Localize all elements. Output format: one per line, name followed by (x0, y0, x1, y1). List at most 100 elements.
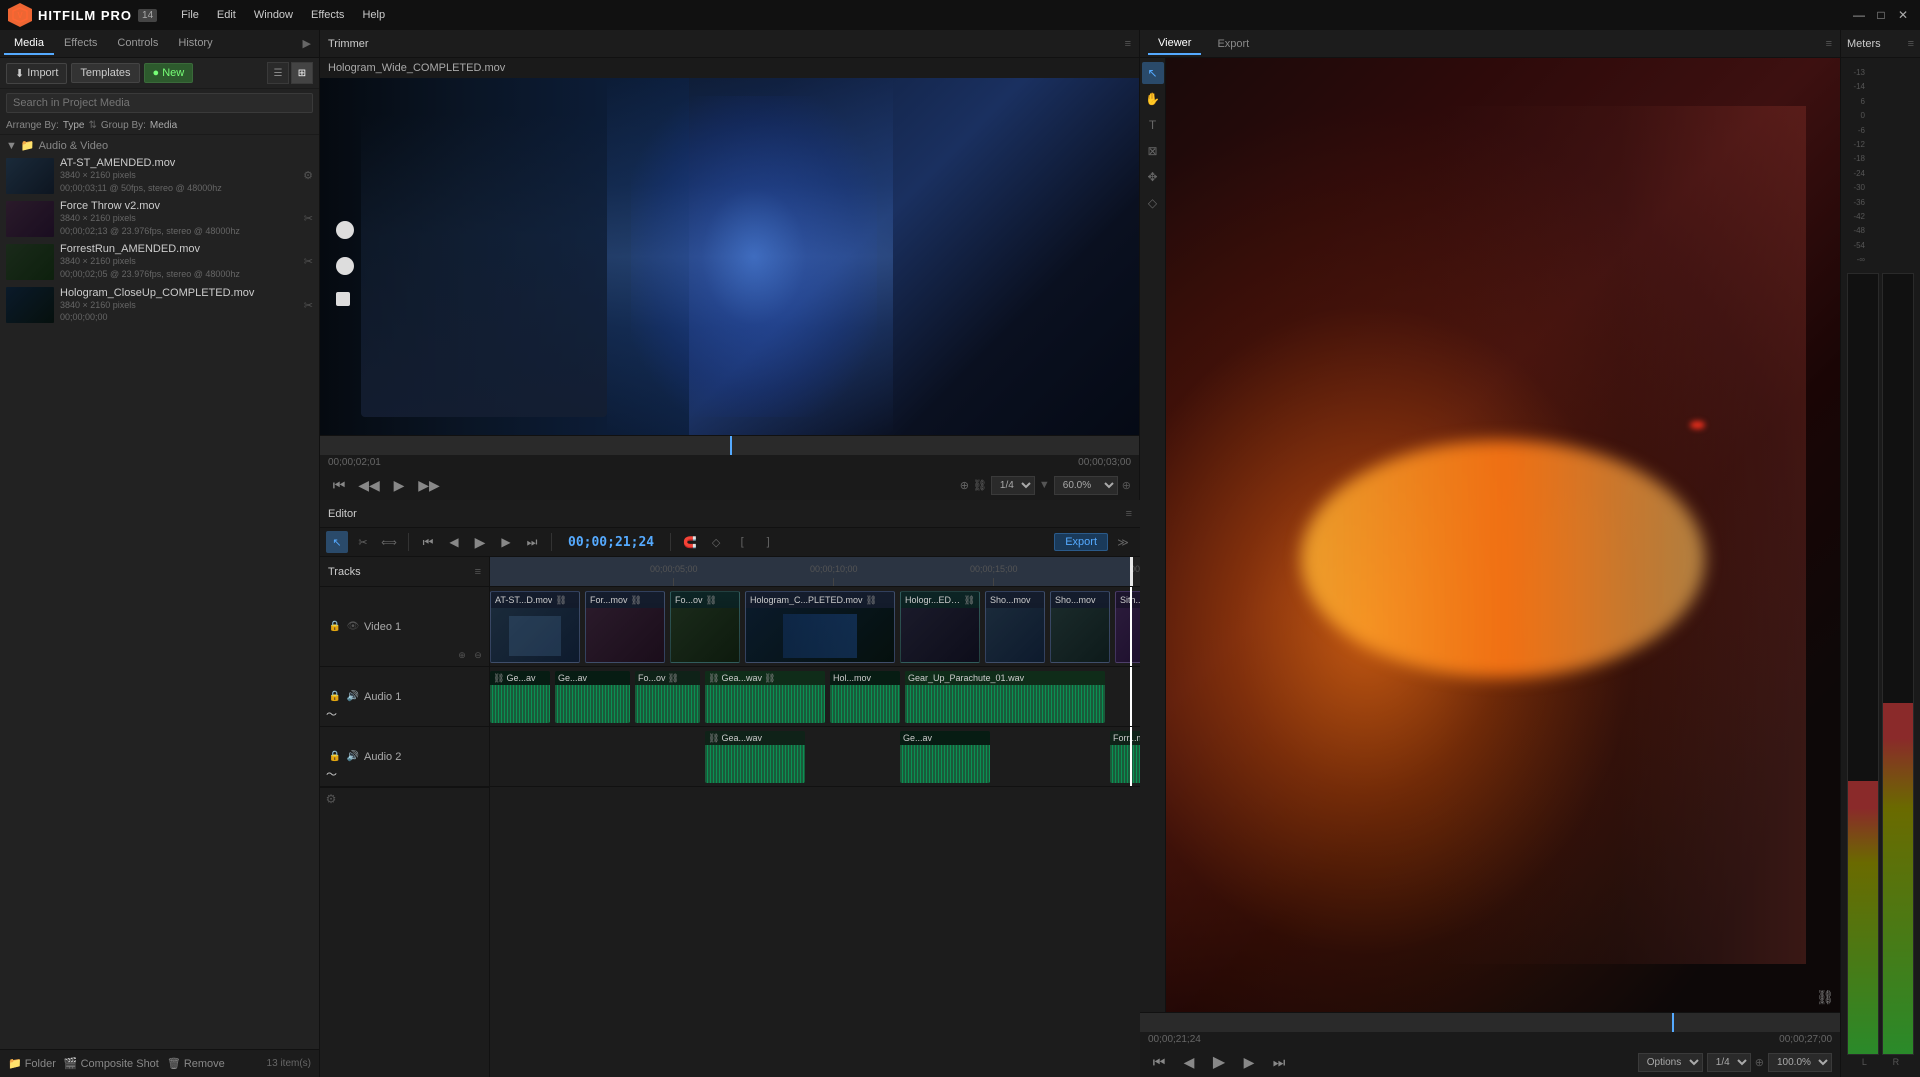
file-clip-icon[interactable]: ✂ (304, 212, 313, 225)
transform-tool[interactable]: ✥ (1142, 166, 1164, 188)
viewer-link-icon[interactable]: ⛓ (1816, 989, 1834, 1006)
track-lock-icon[interactable]: 🔒 (328, 620, 342, 634)
viewer-playhead[interactable] (1672, 1013, 1674, 1032)
arrange-by-value[interactable]: Type (63, 120, 85, 131)
audio-clip-2-1[interactable]: Ge...av (900, 731, 990, 783)
track-lock-icon[interactable]: 🔒 (328, 750, 342, 764)
video-clip-2[interactable]: Fo...ov ⛓ (670, 591, 740, 663)
video-clip-5[interactable]: Sho...mov (985, 591, 1045, 663)
templates-button[interactable]: Templates (71, 63, 139, 83)
viewer-menu-icon[interactable]: ≡ (1826, 38, 1832, 50)
viewer-options[interactable]: Options (1638, 1053, 1703, 1072)
editor-next-frame[interactable]: ⏭ (521, 531, 543, 553)
editor-ripple-tool[interactable]: ⟺ (378, 531, 400, 553)
mask-tool[interactable]: ◇ (1142, 192, 1164, 214)
list-item[interactable]: AT-ST_AMENDED.mov 3840 × 2160 pixels 00;… (0, 154, 319, 197)
tab-effects[interactable]: Effects (54, 33, 107, 55)
sort-direction-icon[interactable]: ⇅ (89, 120, 97, 131)
viewer-play[interactable]: ▶ (1208, 1051, 1230, 1073)
track-audio-icon[interactable]: 🔊 (346, 750, 360, 764)
audio-clip-3[interactable]: ⛓ Gea...wav ⛓ (705, 671, 825, 723)
editor-step-fwd[interactable]: ▶ (495, 531, 517, 553)
viewer-to-end[interactable]: ⏭ (1268, 1051, 1290, 1073)
audio-clip-5[interactable]: Gear_Up_Parachute_01.wav (905, 671, 1105, 723)
viewer-to-start[interactable]: ⏮ (1148, 1051, 1170, 1073)
maximize-button[interactable]: □ (1872, 6, 1890, 24)
editor-play-button[interactable]: ▶ (469, 531, 491, 553)
trimmer-step-fwd-button[interactable]: ▶▶ (418, 474, 440, 496)
video-clip-4[interactable]: Hologr...ED.mov ⛓ (900, 591, 980, 663)
viewer-tab-export[interactable]: Export (1207, 34, 1259, 54)
composite-shot-button[interactable]: 🎬 Composite Shot (64, 1057, 159, 1070)
hand-tool[interactable]: ✋ (1142, 88, 1164, 110)
trimmer-zoom-level[interactable]: 60.0% 100.0% (1054, 476, 1118, 495)
tab-history[interactable]: History (168, 33, 222, 55)
trimmer-zoom-fraction[interactable]: 1/4 1/2 1/1 (991, 476, 1035, 495)
video-clip-0[interactable]: AT-ST...D.mov ⛓ (490, 591, 580, 663)
video-clip-6[interactable]: Sho...mov (1050, 591, 1110, 663)
panel-tabs-arrow[interactable]: ▶ (299, 37, 315, 50)
list-view-button[interactable]: ☰ (267, 62, 289, 84)
menu-help[interactable]: Help (354, 6, 393, 24)
track-lock-icon[interactable]: 🔒 (328, 690, 342, 704)
editor-in-point[interactable]: [ (731, 531, 753, 553)
editor-step-back[interactable]: ◀ (443, 531, 465, 553)
minimize-button[interactable]: — (1850, 6, 1868, 24)
trimmer-link-icon[interactable]: ⛓ (973, 479, 987, 492)
viewer-step-back[interactable]: ◀ (1178, 1051, 1200, 1073)
select-tool[interactable]: ↖ (1142, 62, 1164, 84)
viewer-zoom-fraction[interactable]: 1/4 1/2 1/1 (1707, 1053, 1751, 1072)
audio-clip-1[interactable]: Ge...av (555, 671, 630, 723)
import-button[interactable]: ⬇ Import (6, 63, 67, 84)
trimmer-menu-icon[interactable]: ≡ (1125, 38, 1131, 50)
viewer-tab-viewer[interactable]: Viewer (1148, 33, 1201, 55)
track-visibility-icon[interactable]: 👁 (346, 620, 360, 634)
video-clip-1[interactable]: For...mov ⛓ (585, 591, 665, 663)
editor-expand-icon[interactable]: ≫ (1112, 531, 1134, 553)
trimmer-play-button[interactable]: ▶ (388, 474, 410, 496)
viewer-zoom-level[interactable]: 100.0% 50.0% (1768, 1053, 1832, 1072)
list-item[interactable]: ForrestRun_AMENDED.mov 3840 × 2160 pixel… (0, 240, 319, 283)
text-tool[interactable]: T (1142, 114, 1164, 136)
folder-button[interactable]: 📁 Folder (8, 1057, 56, 1070)
add-track-icon[interactable]: ⚙ (324, 792, 338, 806)
audio-clip-0[interactable]: ⛓ Ge...av (490, 671, 550, 723)
trimmer-to-start-button[interactable]: ⏮ (328, 474, 350, 496)
audio-clip-2-2[interactable]: Forr...mov (1110, 731, 1140, 783)
viewer-scrubbar[interactable] (1140, 1012, 1840, 1032)
viewer-step-fwd[interactable]: ▶ (1238, 1051, 1260, 1073)
menu-effects[interactable]: Effects (303, 6, 352, 24)
editor-menu-icon[interactable]: ≡ (1126, 508, 1132, 520)
video-clip-3[interactable]: Hologram_C...PLETED.mov ⛓ (745, 591, 895, 663)
menu-edit[interactable]: Edit (209, 6, 244, 24)
trimmer-scrubbar[interactable] (320, 435, 1139, 455)
meters-menu-icon[interactable]: ≡ (1908, 38, 1914, 50)
track-remove-icon[interactable]: ⊖ (471, 648, 485, 662)
editor-prev-frame[interactable]: ⏮ (417, 531, 439, 553)
editor-select-tool[interactable]: ↖ (326, 531, 348, 553)
audio-clip-2-0[interactable]: ⛓ Gea...wav (705, 731, 805, 783)
video-clip-7[interactable]: Sith...mov (1115, 591, 1140, 663)
audio-clip-4[interactable]: Hol...mov (830, 671, 900, 723)
menu-file[interactable]: File (173, 6, 207, 24)
editor-out-point[interactable]: ] (757, 531, 779, 553)
list-item[interactable]: Hologram_CloseUp_COMPLETED.mov 3840 × 21… (0, 284, 319, 327)
trimmer-playhead[interactable] (730, 436, 732, 455)
track-add-icon[interactable]: ⊕ (455, 648, 469, 662)
new-button[interactable]: ● New (144, 63, 194, 83)
grid-view-button[interactable]: ⊞ (291, 62, 313, 84)
menu-window[interactable]: Window (246, 6, 301, 24)
file-settings-icon[interactable]: ⚙ (303, 169, 313, 182)
trimmer-send-icon[interactable]: ⊕ (960, 479, 969, 492)
close-button[interactable]: ✕ (1894, 6, 1912, 24)
group-chevron-icon[interactable]: ▼ (6, 140, 17, 152)
editor-export-button[interactable]: Export (1054, 533, 1108, 551)
editor-marker-tool[interactable]: ◇ (705, 531, 727, 553)
timeline-tracks[interactable]: 00;00;05;00 00;00;10;00 00;00;15;00 (490, 557, 1140, 1077)
track-audio-icon[interactable]: 🔊 (346, 690, 360, 704)
trimmer-step-back-button[interactable]: ◀◀ (358, 474, 380, 496)
tab-controls[interactable]: Controls (107, 33, 168, 55)
tracks-menu-icon[interactable]: ≡ (475, 566, 481, 578)
audio-clip-2[interactable]: Fo...ov ⛓ (635, 671, 700, 723)
file-clip-icon[interactable]: ✂ (304, 299, 313, 312)
